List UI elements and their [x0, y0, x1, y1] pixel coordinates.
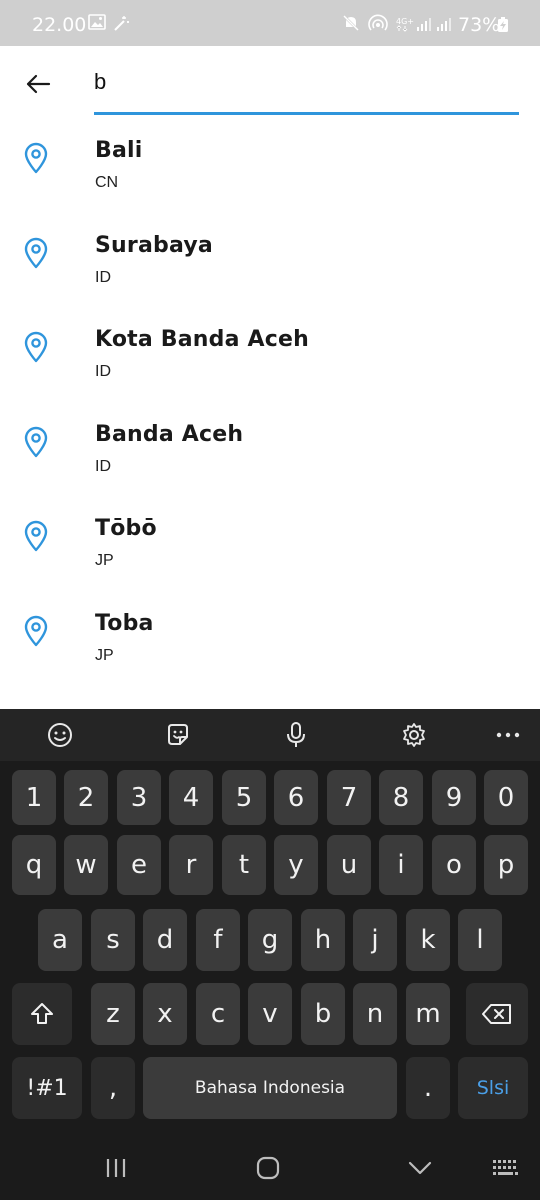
battery-level: 73% [458, 14, 501, 36]
key-e[interactable]: e [117, 835, 161, 895]
svg-text:4G+: 4G+ [396, 17, 414, 26]
shift-icon [31, 1003, 53, 1024]
key-0[interactable]: 0 [484, 770, 528, 825]
emoji-icon[interactable] [46, 721, 74, 749]
key-x[interactable]: x [143, 983, 187, 1045]
comma-key[interactable]: , [91, 1057, 135, 1119]
list-item[interactable]: Banda Aceh ID [0, 410, 540, 505]
navigation-bar [0, 1138, 540, 1200]
key-a[interactable]: a [38, 909, 82, 971]
signal-icon [436, 16, 454, 37]
list-item[interactable]: Bali CN [0, 126, 540, 221]
key-l[interactable]: l [458, 909, 502, 971]
search-header [0, 46, 540, 126]
key-v[interactable]: v [248, 983, 292, 1045]
place-country: ID [95, 457, 111, 475]
key-i[interactable]: i [379, 835, 423, 895]
key-2[interactable]: 2 [64, 770, 108, 825]
hotspot-icon [368, 14, 388, 37]
back-chevron-icon[interactable] [400, 1152, 440, 1184]
key-7[interactable]: 7 [327, 770, 371, 825]
key-u[interactable]: u [327, 835, 371, 895]
list-item[interactable]: Tōbō JP [0, 504, 540, 599]
location-pin-icon [24, 142, 48, 174]
key-n[interactable]: n [353, 983, 397, 1045]
keyboard: 1 2 3 4 5 6 7 8 9 0 q w e r t y u i o p … [0, 709, 540, 1200]
key-d[interactable]: d [143, 909, 187, 971]
key-f[interactable]: f [196, 909, 240, 971]
results-list: Bali CN Surabaya ID Kota Banda Aceh ID B… [0, 126, 540, 710]
location-pin-icon [24, 426, 48, 457]
symbols-key[interactable]: !#1 [12, 1057, 82, 1119]
place-country: JP [95, 646, 114, 664]
key-3[interactable]: 3 [117, 770, 161, 825]
key-h[interactable]: h [301, 909, 345, 971]
place-country: CN [95, 174, 119, 191]
backspace-icon [482, 1004, 511, 1024]
place-name: Bali [95, 138, 143, 163]
location-pin-icon [24, 237, 48, 268]
key-s[interactable]: s [91, 909, 135, 971]
key-y[interactable]: y [274, 835, 318, 895]
location-pin-icon [24, 520, 48, 552]
keyboard-toolbar [0, 709, 540, 761]
place-country: ID [95, 363, 111, 380]
recents-icon[interactable] [96, 1152, 136, 1184]
key-g[interactable]: g [248, 909, 292, 971]
place-name: Tōbō [95, 516, 157, 541]
key-w[interactable]: w [64, 835, 108, 895]
settings-icon[interactable] [400, 721, 428, 749]
place-name: Banda Aceh [95, 421, 244, 447]
place-name: Kota Banda Aceh [95, 327, 309, 352]
gallery-icon [88, 14, 106, 35]
key-j[interactable]: j [353, 909, 397, 971]
key-5[interactable]: 5 [222, 770, 266, 825]
battery-charging-icon [497, 17, 509, 38]
place-country: ID [95, 268, 111, 286]
wand-icon [112, 14, 130, 37]
period-key[interactable]: . [406, 1057, 450, 1119]
key-z[interactable]: z [91, 983, 135, 1045]
microphone-icon[interactable] [282, 721, 310, 749]
backspace-key[interactable] [466, 983, 528, 1045]
key-q[interactable]: q [12, 835, 56, 895]
action-key[interactable]: Slsi [458, 1057, 528, 1119]
key-p[interactable]: p [484, 835, 528, 895]
list-item[interactable]: Surabaya ID [0, 221, 540, 316]
space-key[interactable]: Bahasa Indonesia [143, 1057, 397, 1119]
keyboard-icon[interactable] [486, 1152, 526, 1184]
signal-icon [416, 16, 434, 37]
place-name: Toba [95, 610, 154, 636]
shift-key[interactable] [12, 983, 72, 1045]
key-8[interactable]: 8 [379, 770, 423, 825]
key-4[interactable]: 4 [169, 770, 213, 825]
mute-icon [342, 14, 360, 37]
list-item[interactable]: Toba JP [0, 599, 540, 694]
status-time: 22.00 [32, 14, 87, 36]
key-r[interactable]: r [169, 835, 213, 895]
list-item[interactable]: Kota Banda Aceh ID [0, 315, 540, 410]
key-b[interactable]: b [301, 983, 345, 1045]
key-k[interactable]: k [406, 909, 450, 971]
search-input[interactable] [94, 62, 514, 102]
key-m[interactable]: m [406, 983, 450, 1045]
place-name: Surabaya [95, 232, 213, 258]
search-underline [94, 112, 519, 115]
4g-icon: 4G+ [396, 16, 414, 37]
location-pin-icon [24, 615, 48, 646]
key-9[interactable]: 9 [432, 770, 476, 825]
key-1[interactable]: 1 [12, 770, 56, 825]
back-button[interactable] [18, 64, 58, 104]
home-icon[interactable] [248, 1152, 288, 1184]
arrow-left-icon [26, 74, 51, 94]
key-t[interactable]: t [222, 835, 266, 895]
key-c[interactable]: c [196, 983, 240, 1045]
location-pin-icon [24, 331, 48, 363]
key-o[interactable]: o [432, 835, 476, 895]
place-country: JP [95, 552, 114, 569]
more-icon[interactable] [494, 721, 522, 749]
key-6[interactable]: 6 [274, 770, 318, 825]
status-bar: 22.00 4G+ 73% [0, 0, 540, 46]
sticker-icon[interactable] [164, 721, 192, 749]
